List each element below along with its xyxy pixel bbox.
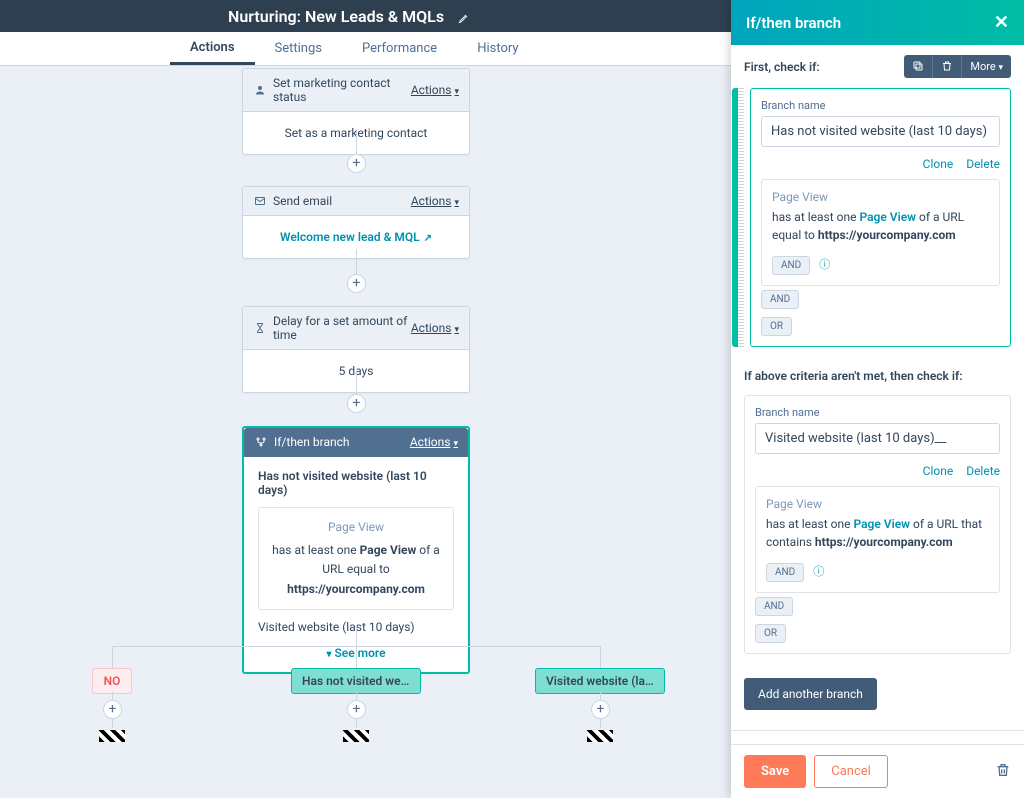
- panel-title: If/then branch: [746, 14, 841, 32]
- close-icon[interactable]: ✕: [994, 12, 1009, 33]
- workflow-title: Nurturing: New Leads & MQLs: [228, 7, 444, 26]
- second-check-label: If above criteria aren't met, then check…: [731, 363, 1024, 389]
- info-icon[interactable]: ⓘ: [813, 565, 824, 578]
- clone-link[interactable]: Clone: [923, 464, 954, 478]
- add-step-button[interactable]: +: [347, 274, 366, 293]
- branch-1-name: Has not visited website (last 10 days): [258, 469, 454, 497]
- clone-link[interactable]: Clone: [923, 157, 954, 171]
- node-actions-menu[interactable]: Actions▾: [410, 435, 458, 449]
- caret-down-icon: ▾: [454, 325, 459, 335]
- delete-link[interactable]: Delete: [966, 464, 1000, 478]
- criteria-text: has at least one Page View of a URL that…: [766, 515, 989, 551]
- branch-label-not-visited[interactable]: Has not visited website…: [291, 668, 421, 694]
- criteria-text: has at least one Page View of a URL equa…: [772, 208, 989, 244]
- save-button[interactable]: Save: [744, 755, 806, 788]
- chevron-down-icon: ▾: [326, 649, 331, 660]
- tab-actions[interactable]: Actions: [170, 32, 255, 65]
- caret-down-icon: ▾: [454, 87, 459, 97]
- add-step-button[interactable]: +: [347, 154, 366, 173]
- branch-icon: [254, 435, 268, 449]
- and-chip[interactable]: AND: [772, 256, 810, 275]
- copy-button[interactable]: [904, 55, 933, 78]
- drag-handle-icon[interactable]: [738, 88, 744, 347]
- trash-icon[interactable]: [995, 762, 1011, 782]
- and-chip[interactable]: AND: [766, 563, 804, 582]
- connector-line: [356, 626, 357, 646]
- caret-down-icon: ▾: [453, 439, 458, 449]
- branch-editor-2: Branch name Clone Delete Page View has a…: [744, 395, 1011, 654]
- pencil-icon[interactable]: [458, 7, 470, 26]
- and-chip[interactable]: AND: [755, 597, 793, 616]
- tab-history[interactable]: History: [457, 32, 538, 65]
- hourglass-icon: [253, 321, 267, 335]
- cancel-button[interactable]: Cancel: [814, 755, 888, 788]
- criteria-box[interactable]: Page View has at least one Page View of …: [755, 486, 1000, 593]
- add-step-button[interactable]: +: [347, 394, 366, 413]
- branch-toolbar: More ▾: [904, 55, 1011, 78]
- criteria-summary: Page View has at least one Page View of …: [258, 507, 454, 610]
- add-step-button[interactable]: +: [347, 700, 366, 719]
- branch-name-label: Branch name: [755, 406, 1000, 419]
- panel-body[interactable]: First, check if: More ▾ Branch name Clon…: [731, 45, 1024, 744]
- branch-label-no[interactable]: NO: [92, 668, 132, 694]
- or-chip[interactable]: OR: [755, 624, 786, 643]
- node-title: If/then branch: [274, 435, 410, 449]
- end-flag-icon: [587, 730, 613, 742]
- branch-label-visited[interactable]: Visited website (last 10…: [535, 668, 665, 694]
- person-icon: [253, 83, 267, 97]
- add-another-branch-button[interactable]: Add another branch: [744, 678, 877, 710]
- or-chip[interactable]: OR: [761, 317, 792, 336]
- external-link-icon: ↗: [424, 233, 432, 244]
- node-title: Delay for a set amount of time: [273, 314, 411, 342]
- tab-settings[interactable]: Settings: [255, 32, 342, 65]
- caret-down-icon: ▾: [998, 63, 1003, 73]
- node-title: Send email: [273, 194, 411, 208]
- side-panel: If/then branch ✕ First, check if: More ▾…: [731, 0, 1024, 798]
- end-flag-icon: [343, 730, 369, 742]
- panel-header: If/then branch ✕: [731, 0, 1024, 45]
- envelope-icon: [253, 194, 267, 208]
- criteria-type: Page View: [772, 190, 989, 204]
- node-actions-menu[interactable]: Actions▾: [411, 194, 459, 208]
- branch-name-label: Branch name: [761, 99, 1000, 112]
- criteria-box[interactable]: Page View has at least one Page View of …: [761, 179, 1000, 286]
- add-step-button[interactable]: +: [591, 700, 610, 719]
- tab-performance[interactable]: Performance: [342, 32, 457, 65]
- delete-button[interactable]: [933, 55, 962, 78]
- branch-name-input[interactable]: [761, 116, 1000, 147]
- more-menu[interactable]: More ▾: [962, 55, 1011, 78]
- add-step-button[interactable]: +: [103, 700, 122, 719]
- email-link[interactable]: Welcome new lead & MQL↗: [280, 230, 432, 244]
- end-flag-icon: [99, 730, 125, 742]
- delete-link[interactable]: Delete: [966, 157, 1000, 171]
- first-check-label: First, check if:: [744, 60, 904, 74]
- branch-editor-1: Branch name Clone Delete Page View has a…: [744, 88, 1011, 347]
- node-title: Set marketing contact status: [273, 76, 411, 104]
- workflow-canvas[interactable]: Set marketing contact status Actions▾ Se…: [0, 66, 731, 798]
- criteria-type: Page View: [766, 497, 989, 511]
- and-chip[interactable]: AND: [761, 290, 799, 309]
- divider: [731, 730, 1024, 731]
- node-actions-menu[interactable]: Actions▾: [411, 321, 459, 335]
- branch-name-input[interactable]: [755, 423, 1000, 454]
- panel-footer: Save Cancel: [731, 744, 1024, 798]
- caret-down-icon: ▾: [454, 198, 459, 208]
- node-actions-menu[interactable]: Actions▾: [411, 83, 459, 97]
- info-icon[interactable]: ⓘ: [819, 258, 830, 271]
